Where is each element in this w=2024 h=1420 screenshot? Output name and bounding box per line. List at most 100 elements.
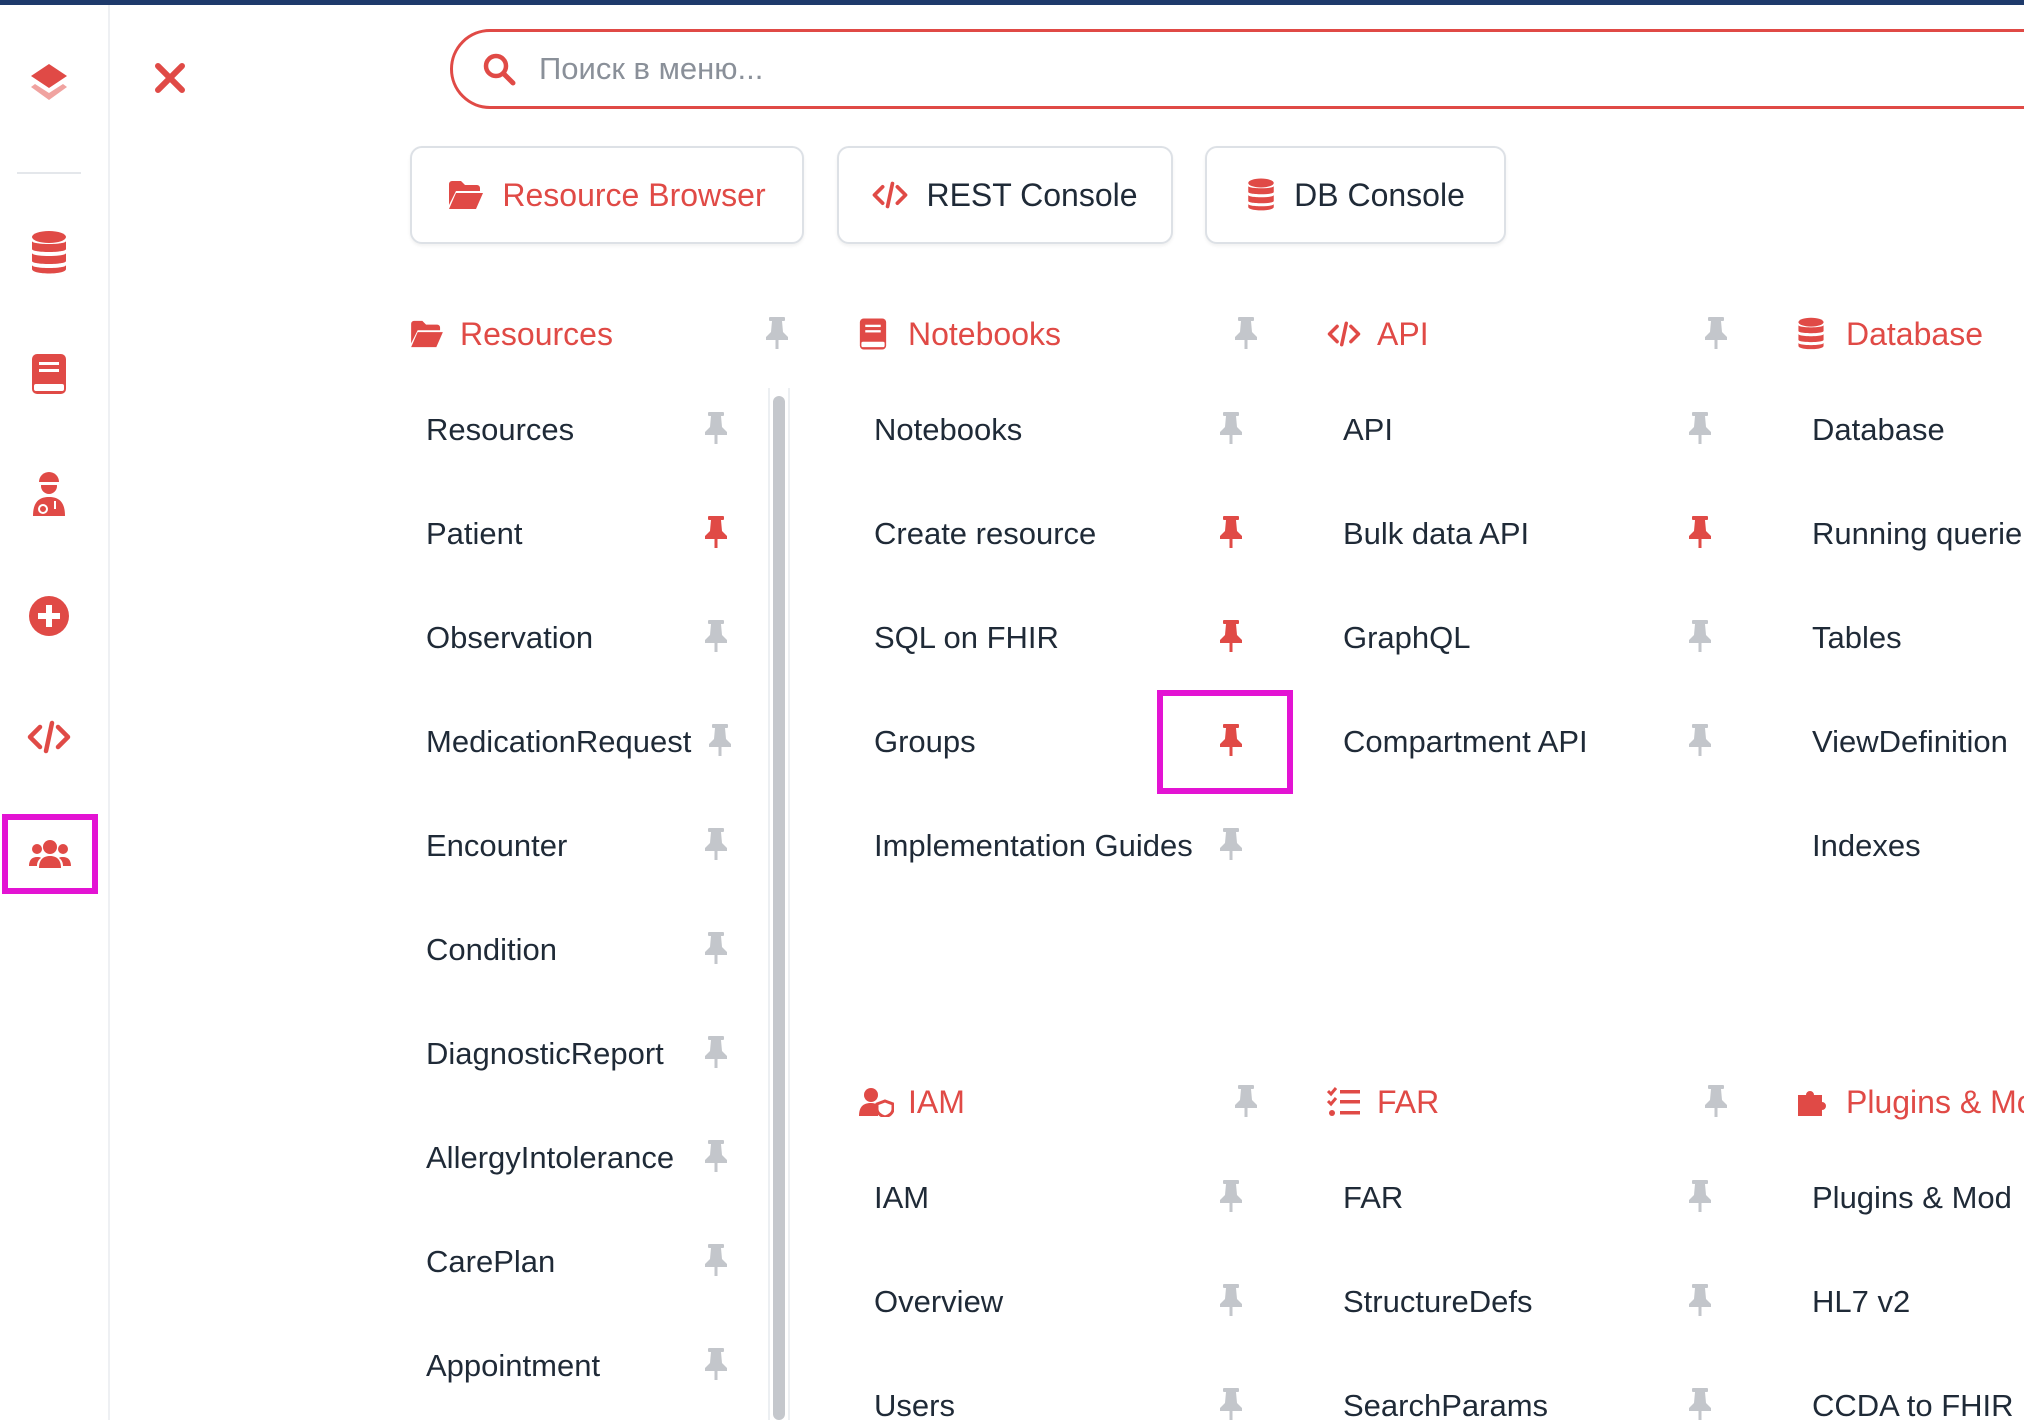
pin-icon[interactable] (1680, 720, 1720, 760)
menu-item-bulk-data-api[interactable]: Bulk data API (1343, 509, 1529, 559)
menu-item-viewdefinitions[interactable]: ViewDefinition (1812, 717, 2008, 767)
folder-open-icon (448, 180, 484, 210)
pin-icon[interactable] (1211, 1176, 1251, 1216)
pin-icon[interactable] (1680, 616, 1720, 656)
rest-console-button[interactable]: REST Console (837, 146, 1173, 244)
pin-icon[interactable] (696, 1136, 736, 1176)
pin-icon[interactable] (1226, 313, 1266, 353)
book-icon (858, 317, 898, 351)
menu-item-running-queries[interactable]: Running querie (1812, 509, 2022, 559)
pin-icon[interactable] (757, 313, 797, 353)
menu-item-searchparams[interactable]: SearchParams (1343, 1381, 1548, 1420)
pin-icon[interactable] (696, 408, 736, 448)
section-title: API (1377, 315, 1429, 352)
section-database-header: Database (1796, 309, 1983, 359)
menu-search-box[interactable] (450, 29, 2024, 109)
plus-circle-icon[interactable] (14, 581, 84, 651)
database-icon[interactable] (14, 218, 84, 288)
book-icon[interactable] (14, 339, 84, 409)
menu-item-graphql[interactable]: GraphQL (1343, 613, 1471, 663)
resource-browser-label: Resource Browser (502, 176, 766, 213)
menu-item-create-resource[interactable]: Create resource (874, 509, 1096, 559)
pin-icon[interactable] (696, 1344, 736, 1384)
pin-icon[interactable] (1680, 1384, 1720, 1420)
user-shield-icon (858, 1087, 898, 1117)
pin-icon[interactable] (700, 720, 740, 760)
menu-item-implementation-guides[interactable]: Implementation Guides (874, 821, 1193, 871)
section-title: Database (1846, 315, 1983, 352)
pin-icon[interactable] (1211, 512, 1251, 552)
section-iam-header: IAM (858, 1077, 965, 1127)
pin-icon[interactable] (1211, 1384, 1251, 1420)
menu-item-structuredefs[interactable]: StructureDefs (1343, 1277, 1533, 1327)
menu-item-overview[interactable]: Overview (874, 1277, 1003, 1327)
section-notebooks-header: Notebooks (858, 309, 1061, 359)
pin-icon[interactable] (1696, 313, 1736, 353)
menu-item-resources[interactable]: Resources (426, 405, 574, 455)
menu-item-hl7-v2[interactable]: HL7 v2 (1812, 1277, 1910, 1327)
menu-item-api[interactable]: API (1343, 405, 1393, 455)
pin-icon[interactable] (1211, 408, 1251, 448)
left-rail (0, 5, 110, 1420)
section-title: Notebooks (908, 315, 1061, 352)
db-console-button[interactable]: DB Console (1205, 146, 1506, 244)
pin-icon[interactable] (1226, 1081, 1266, 1121)
section-title: FAR (1377, 1083, 1440, 1120)
close-icon[interactable] (146, 54, 194, 102)
menu-item-diagnosticreport[interactable]: DiagnosticReport (426, 1029, 664, 1079)
section-title: IAM (908, 1083, 965, 1120)
layers-icon[interactable] (14, 47, 84, 117)
section-resources-header: Resources (410, 309, 613, 359)
pin-icon[interactable] (1680, 1280, 1720, 1320)
pin-icon[interactable] (1211, 616, 1251, 656)
menu-item-groups[interactable]: Groups (874, 717, 976, 767)
pin-icon[interactable] (1211, 824, 1251, 864)
user-doctor-icon[interactable] (14, 460, 84, 530)
code-icon (1327, 321, 1367, 347)
pin-icon[interactable] (696, 824, 736, 864)
section-title: Plugins & Mo (1846, 1083, 2024, 1120)
section-api-header: API (1327, 309, 1429, 359)
pin-icon[interactable] (1680, 1176, 1720, 1216)
rail-divider (17, 172, 81, 174)
section-plugins-header: Plugins & Mo (1796, 1077, 2024, 1127)
pin-icon[interactable] (1696, 1081, 1736, 1121)
menu-item-plugins-modules[interactable]: Plugins & Mod (1812, 1173, 2012, 1223)
menu-item-condition[interactable]: Condition (426, 925, 557, 975)
pin-icon[interactable] (696, 1032, 736, 1072)
menu-item-indexes[interactable]: Indexes (1812, 821, 1921, 871)
menu-item-observation[interactable]: Observation (426, 613, 593, 663)
section-far-header: FAR (1327, 1077, 1439, 1127)
search-input[interactable] (537, 50, 1941, 88)
menu-item-appointment[interactable]: Appointment (426, 1341, 600, 1391)
menu-item-careplan[interactable]: CarePlan (426, 1237, 555, 1287)
pin-icon[interactable] (1211, 720, 1251, 760)
scrollbar-thumb[interactable] (773, 396, 785, 1420)
pin-icon[interactable] (696, 616, 736, 656)
menu-item-patient[interactable]: Patient (426, 509, 523, 559)
menu-item-users[interactable]: Users (874, 1381, 955, 1420)
menu-item-allergyintolerance[interactable]: AllergyIntolerance (426, 1133, 674, 1183)
menu-item-notebooks[interactable]: Notebooks (874, 405, 1022, 455)
code-icon (872, 181, 908, 209)
code-icon[interactable] (14, 702, 84, 772)
users-icon[interactable] (2, 814, 98, 894)
menu-item-compartment-api[interactable]: Compartment API (1343, 717, 1588, 767)
pin-icon[interactable] (1680, 408, 1720, 448)
database-icon (1246, 177, 1276, 213)
top-accent-line (0, 0, 2024, 5)
menu-item-sql-on-fhir[interactable]: SQL on FHIR (874, 613, 1059, 663)
menu-item-medicationrequest[interactable]: MedicationRequest (426, 717, 691, 767)
menu-item-iam[interactable]: IAM (874, 1173, 929, 1223)
resource-browser-button[interactable]: Resource Browser (410, 146, 804, 244)
menu-item-encounter[interactable]: Encounter (426, 821, 567, 871)
menu-item-tables[interactable]: Tables (1812, 613, 1902, 663)
pin-icon[interactable] (1211, 1280, 1251, 1320)
pin-icon[interactable] (696, 512, 736, 552)
menu-item-far[interactable]: FAR (1343, 1173, 1403, 1223)
pin-icon[interactable] (1680, 512, 1720, 552)
pin-icon[interactable] (696, 1240, 736, 1280)
menu-item-ccda-to-fhir[interactable]: CCDA to FHIR (1812, 1381, 2014, 1420)
menu-item-database[interactable]: Database (1812, 405, 1945, 455)
pin-icon[interactable] (696, 928, 736, 968)
